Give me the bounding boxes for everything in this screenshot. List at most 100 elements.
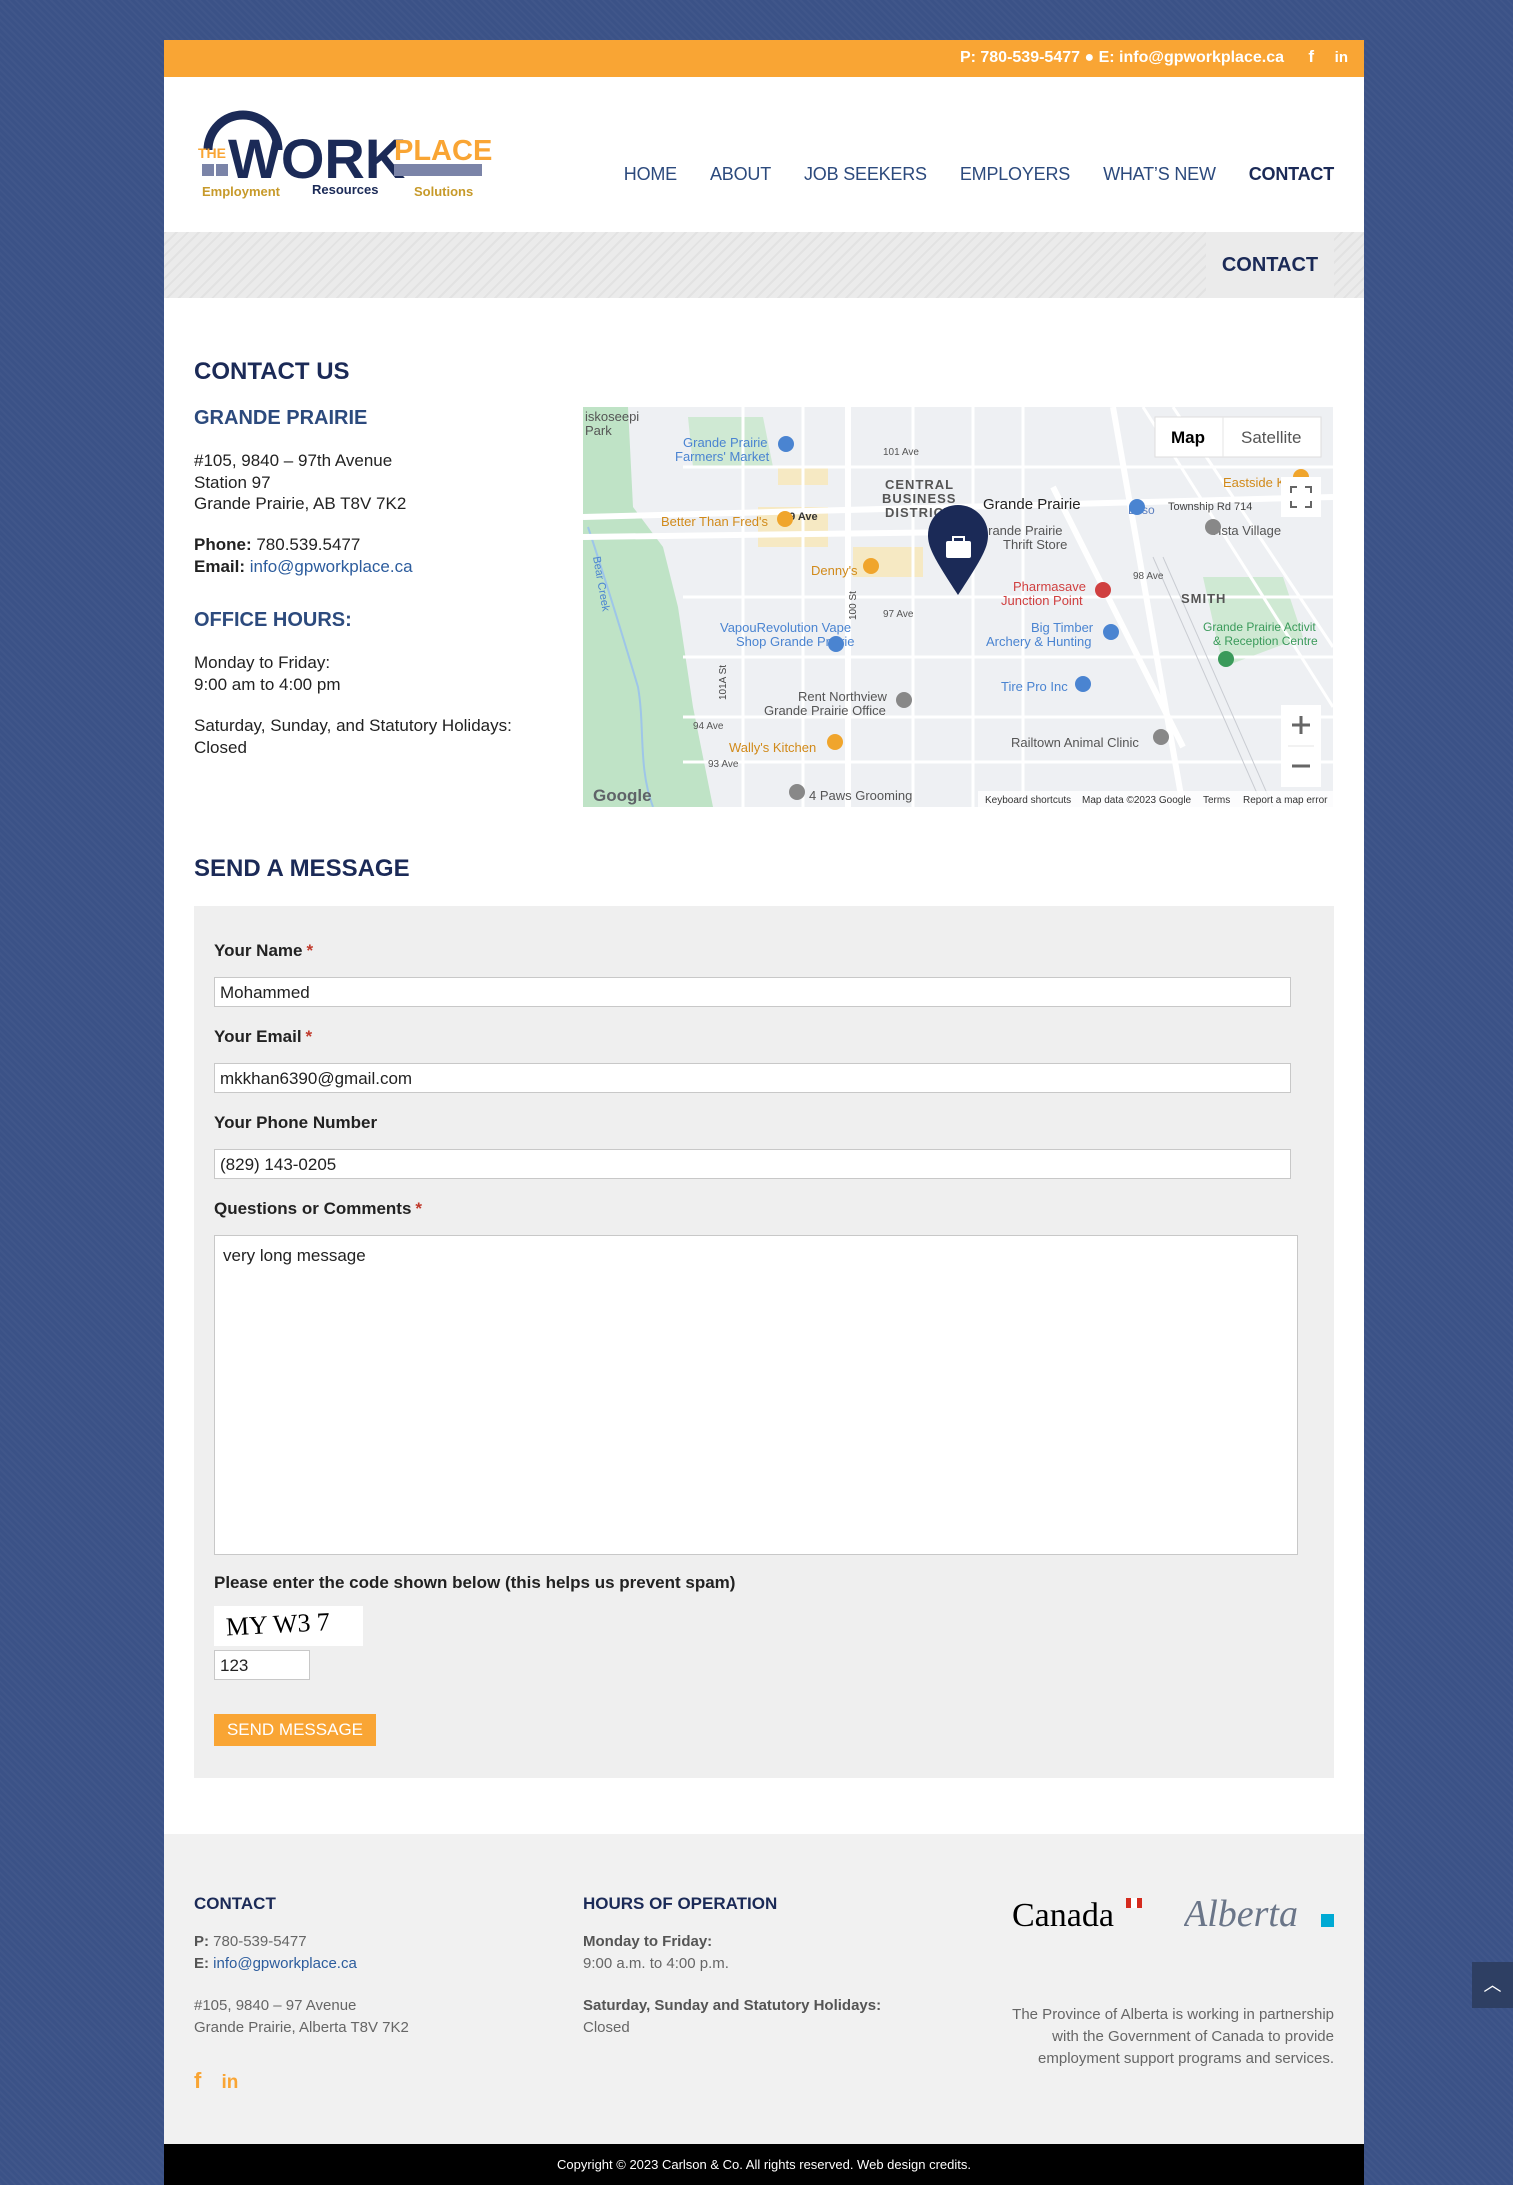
email-label-text: Your Email (214, 1027, 302, 1046)
address-block: #105, 9840 – 97th Avenue Station 97 Gran… (194, 450, 406, 515)
map-label-dennys: Denny's (811, 563, 858, 578)
canada-logo: Canada (1012, 1894, 1143, 1934)
map-label-farmers-1: Grande Prairie (683, 435, 768, 450)
captcha-input[interactable]: 123 (214, 1650, 310, 1680)
svg-text:Alberta: Alberta (1184, 1893, 1298, 1935)
map-label-rent-northview-2: Grande Prairie Office (764, 703, 886, 718)
email-input[interactable]: mkkhan6390@gmail.com (214, 1063, 1291, 1093)
map-label-pharmasave-2: Junction Point (1001, 593, 1083, 608)
location-heading: GRANDE PRAIRIE (194, 407, 368, 429)
contact-details: Phone: 780.539.5477 Email: info@gpworkpl… (194, 534, 413, 577)
email-link[interactable]: info@gpworkplace.ca (250, 557, 413, 576)
map-label-smith: SMITH (1181, 591, 1226, 606)
footer-weekend-hours: Closed (583, 2019, 630, 2036)
map-label-98ave: 98 Ave (1133, 571, 1164, 582)
partnership-line-3: employment support programs and services… (1038, 2050, 1334, 2067)
nav-whats-new[interactable]: WHAT’S NEW (1103, 164, 1216, 185)
footer-weekend-label: Saturday, Sunday and Statutory Holidays: (583, 1997, 882, 2014)
topbar-contact-text[interactable]: P: 780-539-5477 ● E: info@gpworkplace.ca (960, 49, 1284, 67)
map-label-wallys: Wally's Kitchen (729, 740, 816, 755)
fullscreen-icon[interactable] (1281, 477, 1321, 517)
logo-work: WORK (228, 127, 405, 190)
map-label-101ast: 101A St (718, 665, 729, 700)
map-label-big-timber-2: Archery & Hunting (986, 634, 1092, 649)
partnership-line-2: with the Government of Canada to provide (1052, 2028, 1334, 2045)
footer-email-link[interactable]: info@gpworkplace.ca (213, 1955, 357, 1972)
send-message-button[interactable]: SEND MESSAGE (214, 1714, 376, 1746)
map-label-central: CENTRAL (885, 477, 954, 492)
map-report-error[interactable]: Report a map error (1243, 795, 1328, 806)
weekend-label: Saturday, Sunday, and Statutory Holidays… (194, 716, 512, 735)
google-logo: Google (593, 786, 652, 805)
email-label: Email: (194, 556, 246, 576)
footer: CONTACT P: 780-539-5477 E: info@gpworkpl… (164, 1834, 1364, 2144)
comments-label-text: Questions or Comments (214, 1199, 412, 1218)
captcha-code: MY W3 7 (225, 1607, 330, 1641)
footer-weekday-label: Monday to Friday: (583, 1933, 713, 1950)
logo-tagline-solutions: Solutions (414, 184, 473, 199)
linkedin-icon[interactable]: in (221, 2072, 238, 2093)
map-label-101ave: 101 Ave (883, 447, 919, 458)
nav-home[interactable]: HOME (624, 164, 677, 185)
google-map[interactable]: iskoseepi Park CENTRAL BUSINESS DISTRICT… (583, 407, 1333, 807)
nav-job-seekers[interactable]: JOB SEEKERS (804, 164, 927, 185)
nav-about[interactable]: ABOUT (710, 164, 771, 185)
address-line-1: #105, 9840 – 97th Avenue (194, 451, 393, 470)
footer-email-label: E: (194, 1955, 209, 1972)
map-label-paws: 4 Paws Grooming (809, 788, 912, 803)
map-terms-link[interactable]: Terms (1203, 795, 1230, 806)
footer-address: #105, 9840 – 97 Avenue Grande Prairie, A… (194, 1995, 409, 2039)
scroll-to-top-button[interactable]: ︿ (1472, 1962, 1513, 2008)
phone-label: Your Phone Number (214, 1113, 378, 1132)
site-logo[interactable]: THE WORK PLACE Employment Resources Solu… (194, 108, 494, 208)
weekend-hours: Saturday, Sunday, and Statutory Holidays… (194, 715, 512, 758)
footer-partnership: The Province of Alberta is working in pa… (1012, 2004, 1334, 2070)
map-label-park: Park (585, 423, 612, 438)
map-label-activity-2: & Reception Centre (1213, 634, 1318, 648)
comments-label: Questions or Comments * (214, 1199, 422, 1219)
weekday-hours: Monday to Friday: 9:00 am to 4:00 pm (194, 652, 340, 695)
map-label-93ave: 93 Ave (708, 759, 739, 770)
svg-text:Canada: Canada (1012, 1897, 1114, 1934)
map-label-activity-1: Grande Prairie Activit (1203, 620, 1316, 634)
map-label-farmers-2: Farmers' Market (675, 449, 770, 464)
map-label-iskoseepi: iskoseepi (585, 409, 639, 424)
map-data-attribution: Map data ©2023 Google (1082, 795, 1192, 806)
contact-us-heading: CONTACT US (194, 358, 350, 385)
map-label-business: BUSINESS (882, 491, 956, 506)
footer-phone: 780-539-5477 (213, 1933, 307, 1950)
facebook-icon[interactable]: f (194, 2068, 201, 2093)
nav-contact[interactable]: CONTACT (1249, 164, 1334, 185)
footer-hours-heading: HOURS OF OPERATION (583, 1894, 778, 1913)
required-mark: * (306, 941, 314, 960)
map-label-thrift-2: Thrift Store (1003, 537, 1067, 552)
map-zoom-controls (1281, 705, 1321, 787)
map-tab-map[interactable]: Map (1171, 428, 1205, 447)
map-label-94ave: 94 Ave (693, 721, 724, 732)
name-label-text: Your Name (214, 941, 303, 960)
main-nav: HOME ABOUT JOB SEEKERS EMPLOYERS WHAT’S … (624, 164, 1334, 185)
logo-the: THE (198, 145, 226, 161)
send-message-heading: SEND A MESSAGE (194, 855, 410, 882)
linkedin-icon[interactable]: in (1335, 49, 1348, 66)
footer-weekday: Monday to Friday: 9:00 a.m. to 4:00 p.m. (583, 1931, 729, 1975)
map-keyboard-shortcuts[interactable]: Keyboard shortcuts (985, 795, 1071, 806)
comments-textarea[interactable]: very long message (214, 1235, 1298, 1555)
partnership-line-1: The Province of Alberta is working in pa… (1012, 2006, 1334, 2023)
phone-value: 780.539.5477 (256, 535, 361, 554)
facebook-icon[interactable]: f (1308, 47, 1314, 67)
contact-form: Your Name * Mohammed Your Email * mkkhan63… (194, 906, 1334, 1778)
weekend-hours-value: Closed (194, 737, 247, 757)
breadcrumb-bar: CONTACT (164, 232, 1364, 298)
chevron-up-icon: ︿ (1483, 1975, 1502, 1995)
page-container: P: 780-539-5477 ● E: info@gpworkplace.ca… (164, 40, 1364, 2185)
name-input[interactable]: Mohammed (214, 977, 1291, 1007)
nav-employers[interactable]: EMPLOYERS (960, 164, 1070, 185)
map-label-grande-prairie: Grande Prairie (983, 496, 1081, 513)
address-line-2: Station 97 (194, 472, 271, 492)
office-hours-heading: OFFICE HOURS: (194, 609, 352, 631)
footer-address-line-2: Grande Prairie, Alberta T8V 7K2 (194, 2019, 409, 2036)
phone-input[interactable]: (829) 143-0205 (214, 1149, 1291, 1179)
footer-social-icons: f in (194, 2068, 238, 2094)
map-tab-satellite[interactable]: Satellite (1241, 428, 1301, 447)
